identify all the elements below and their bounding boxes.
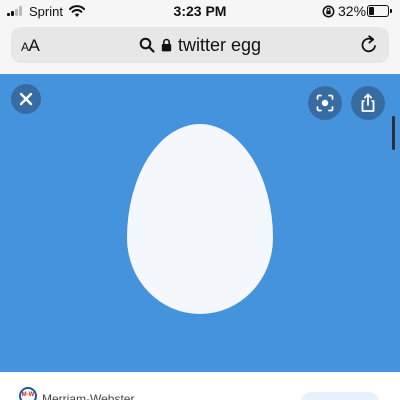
lens-search-icon xyxy=(316,94,334,112)
url-field[interactable]: twitter egg xyxy=(139,35,261,55)
lens-search-button[interactable] xyxy=(308,86,342,120)
reload-icon[interactable] xyxy=(359,35,379,55)
source-logo: M-W xyxy=(19,387,37,400)
share-icon xyxy=(361,93,375,112)
egg-image xyxy=(127,124,273,314)
visit-button[interactable] xyxy=(300,392,380,400)
text-size-small-a: A xyxy=(21,40,29,54)
battery-level xyxy=(369,7,374,15)
source-name: Merriam-Webster xyxy=(42,392,135,400)
rotation-lock-icon xyxy=(322,5,335,18)
lock-icon xyxy=(161,38,172,52)
scrollbar[interactable] xyxy=(392,116,395,150)
address-bar[interactable]: AA twitter egg xyxy=(11,27,389,63)
text-size-large-a: A xyxy=(28,36,40,55)
status-bar: Sprint 3:23 PM 32% xyxy=(0,0,400,24)
battery-icon xyxy=(367,5,392,17)
battery-percent: 32% xyxy=(338,3,367,19)
text-size-button[interactable]: AA xyxy=(21,36,40,56)
search-icon xyxy=(139,37,155,53)
image-viewer[interactable] xyxy=(0,74,400,372)
close-button[interactable] xyxy=(11,84,41,114)
close-icon xyxy=(19,92,33,106)
image-source-row[interactable]: M-W Merriam-Webster xyxy=(0,372,400,400)
share-button[interactable] xyxy=(351,86,385,120)
phone-screen: Sprint 3:23 PM 32% AA twitter egg M-W Me… xyxy=(0,0,400,400)
url-text: twitter egg xyxy=(178,34,262,55)
